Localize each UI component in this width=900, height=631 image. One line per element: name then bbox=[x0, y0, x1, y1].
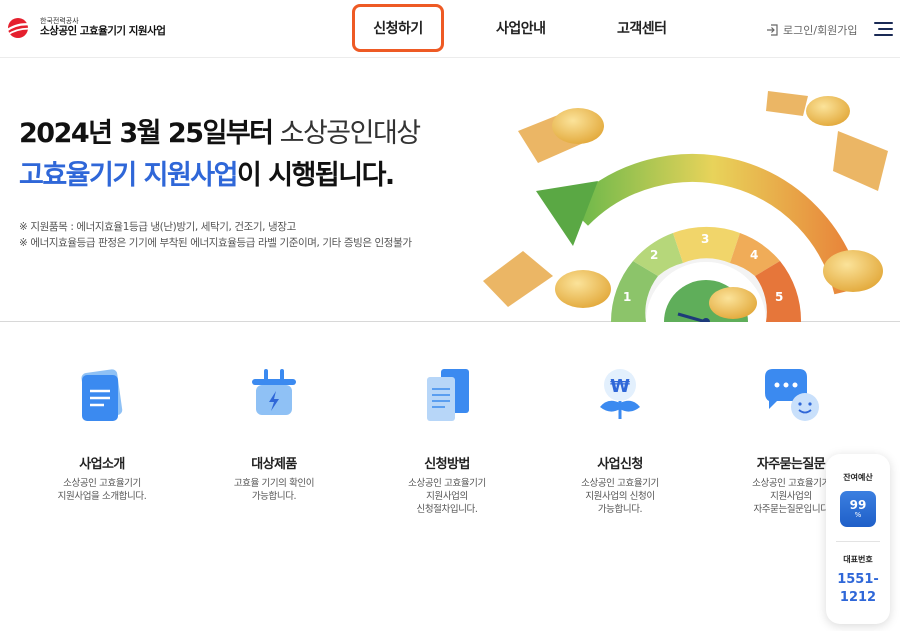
feature-cards: 사업소개 소상공인 고효율기기 지원사업을 소개합니다. 대상제품 고효율 기기… bbox=[0, 323, 900, 631]
phone-label: 대표번호 bbox=[843, 555, 873, 564]
chat-bubble-icon bbox=[765, 369, 819, 421]
energy-gauge-illustration: 1 2 3 4 5 bbox=[483, 91, 888, 322]
card-desc: 소상공인 고효율기기 지원사업을 소개합니다. bbox=[57, 478, 147, 502]
hamburger-menu-icon[interactable] bbox=[874, 22, 893, 36]
gauge-label-3: 3 bbox=[701, 232, 709, 246]
svg-text:₩: ₩ bbox=[610, 376, 630, 397]
files-icon bbox=[427, 369, 469, 421]
hero-notes: ※ 지원품목 : 에너지효율1등급 냉(난)방기, 세탁기, 건조기, 냉장고 … bbox=[19, 219, 412, 251]
card-target-products[interactable]: 대상제품 고효율 기기의 확인이 가능합니다. bbox=[199, 363, 349, 503]
hero-title-line1: 2024년 3월 25일부터 소상공인대상 bbox=[19, 111, 422, 150]
card-desc: 소상공인 고효율기기 지원사업의 신청이 가능합니다. bbox=[581, 478, 659, 515]
remaining-budget-value: 99 bbox=[849, 497, 867, 512]
nav-apply[interactable]: 신청하기 bbox=[352, 4, 444, 52]
won-plant-icon: ₩ bbox=[600, 369, 640, 419]
plug-icon bbox=[252, 369, 296, 415]
site-header: 한국전력공사 소상공인 고효율기기 지원사업 신청하기 사업안내 고객센터 로그… bbox=[0, 0, 900, 58]
card-desc: 소상공인 고효율기기 지원사업의 신청절차입니다. bbox=[408, 478, 486, 515]
card-how-to-apply[interactable]: 신청방법 소상공인 고효율기기 지원사업의 신청절차입니다. bbox=[372, 363, 522, 516]
card-title: 신청방법 bbox=[424, 457, 470, 472]
card-title: 사업신청 bbox=[597, 457, 643, 472]
hero-date: 2024년 3월 25일부터 bbox=[19, 118, 274, 149]
hero-note-grade: ※ 에너지효율등급 판정은 기기에 부착된 에너지효율등급 라벨 기준이며, 기… bbox=[19, 237, 412, 249]
gauge-label-2: 2 bbox=[650, 248, 658, 262]
main-nav: 신청하기 사업안내 고객센터 bbox=[0, 0, 900, 58]
widget-divider bbox=[836, 541, 880, 542]
hero-target: 소상공인대상 bbox=[272, 118, 422, 149]
gauge-label-4: 4 bbox=[750, 248, 758, 262]
login-icon bbox=[767, 24, 778, 36]
hero-title-suffix: 이 시행됩니다. bbox=[236, 160, 395, 191]
hero-note-items: ※ 지원품목 : 에너지효율1등급 냉(난)방기, 세탁기, 건조기, 냉장고 bbox=[19, 221, 296, 233]
nav-apply-label: 신청하기 bbox=[373, 21, 423, 37]
phone-number[interactable]: 1551- 1212 bbox=[826, 571, 890, 607]
remaining-budget-badge[interactable]: 99 % bbox=[840, 491, 876, 527]
card-desc: 고효율 기기의 확인이 가능합니다. bbox=[233, 478, 315, 502]
login-link[interactable]: 로그인/회원가입 bbox=[766, 22, 858, 38]
remaining-budget-label: 잔여예산 bbox=[843, 473, 873, 482]
document-icon bbox=[81, 369, 123, 421]
nav-support[interactable]: 고객센터 bbox=[617, 18, 667, 38]
card-title: 사업소개 bbox=[79, 457, 125, 472]
gauge-label-1: 1 bbox=[623, 290, 631, 304]
gauge-label-5: 5 bbox=[775, 290, 783, 304]
card-business-intro[interactable]: 사업소개 소상공인 고효율기기 지원사업을 소개합니다. bbox=[27, 363, 177, 503]
nav-info[interactable]: 사업안내 bbox=[496, 18, 546, 38]
card-apply-business[interactable]: ₩ 사업신청 소상공인 고효율기기 지원사업의 신청이 가능합니다. bbox=[545, 363, 695, 516]
remaining-budget-unit: % bbox=[854, 510, 862, 519]
hero-program-name: 고효율기기 지원사업 bbox=[19, 160, 238, 191]
hero-banner: 2024년 3월 25일부터 소상공인대상 고효율기기 지원사업이 시행됩니다.… bbox=[0, 59, 900, 322]
card-title: 대상제품 bbox=[251, 457, 297, 472]
login-label: 로그인/회원가입 bbox=[783, 24, 858, 37]
hero-title-line2: 고효율기기 지원사업이 시행됩니다. bbox=[19, 153, 395, 192]
floating-info-widget: 잔여예산 99 % 대표번호 1551- 1212 bbox=[826, 454, 890, 624]
